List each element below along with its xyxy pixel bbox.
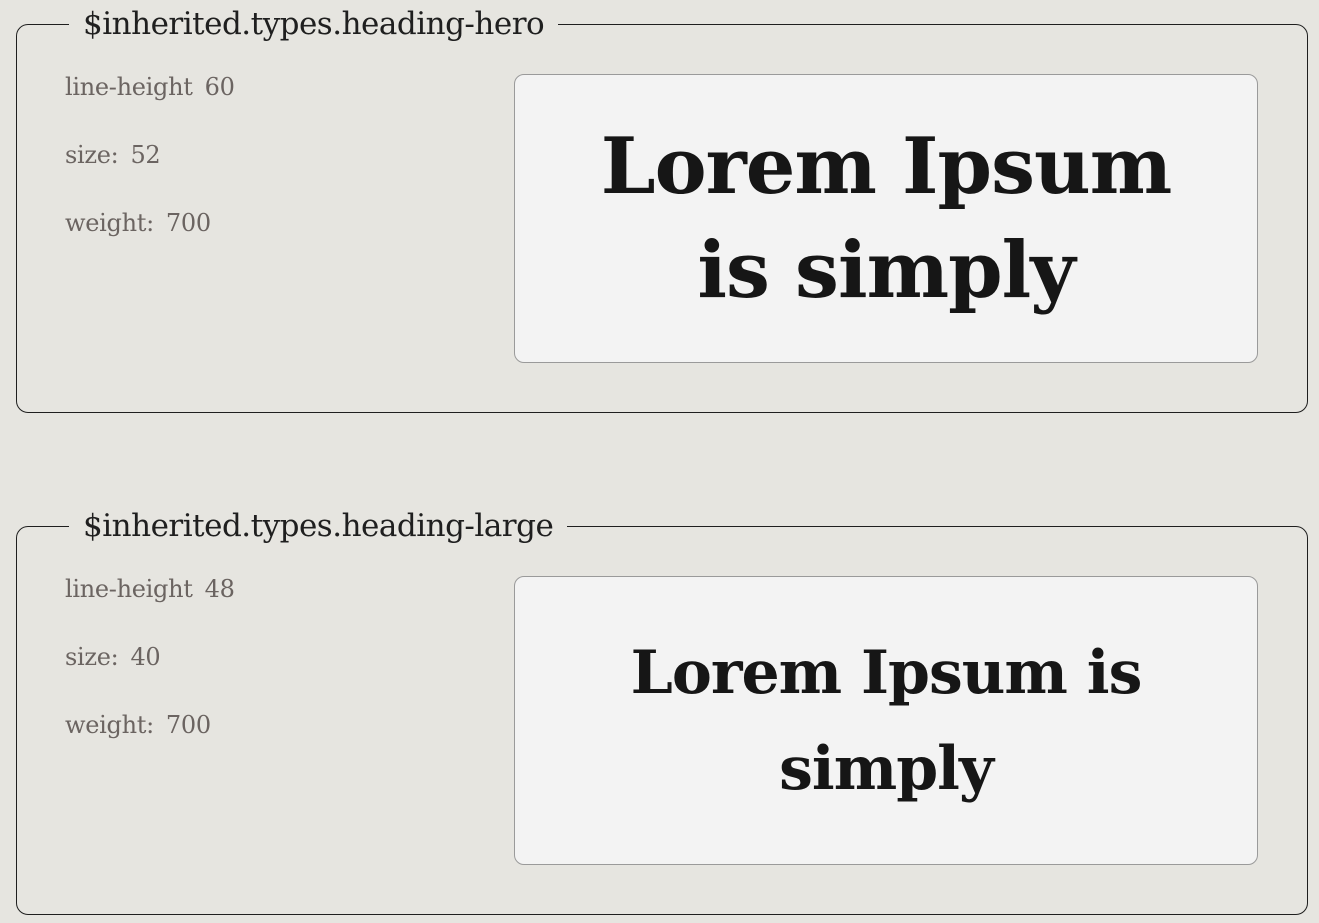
type-preview-box: Lorem Ipsum is simply — [514, 576, 1258, 865]
property-value: 700 — [165, 209, 211, 237]
weight-property: weight: 700 — [65, 209, 485, 243]
property-value: 52 — [130, 141, 161, 169]
type-properties: line-height 48 size: 40 weight: 700 — [65, 575, 485, 779]
line-height-property: line-height 60 — [65, 73, 485, 107]
type-preview-box: Lorem Ipsum is simply — [514, 74, 1258, 363]
property-name: line-height — [65, 575, 193, 603]
property-value: 700 — [165, 711, 211, 739]
property-name: size: — [65, 643, 119, 671]
property-name: weight: — [65, 711, 154, 739]
size-property: size: 52 — [65, 141, 485, 175]
size-property: size: 40 — [65, 643, 485, 677]
type-group-heading-hero: $inherited.types.heading-hero line-heigh… — [16, 6, 1308, 413]
property-name: size: — [65, 141, 119, 169]
property-value: 48 — [204, 575, 235, 603]
line-height-property: line-height 48 — [65, 575, 485, 609]
type-group-legend: $inherited.types.heading-large — [69, 508, 568, 544]
weight-property: weight: 700 — [65, 711, 485, 745]
property-value: 60 — [204, 73, 235, 101]
type-preview-text: Lorem Ipsum is simply — [600, 120, 1172, 316]
property-value: 40 — [130, 643, 161, 671]
type-preview-text: Lorem Ipsum is simply — [630, 637, 1143, 804]
type-properties: line-height 60 size: 52 weight: 700 — [65, 73, 485, 277]
property-name: weight: — [65, 209, 154, 237]
property-name: line-height — [65, 73, 193, 101]
type-group-heading-large: $inherited.types.heading-large line-heig… — [16, 508, 1308, 915]
type-group-legend: $inherited.types.heading-hero — [69, 6, 559, 42]
